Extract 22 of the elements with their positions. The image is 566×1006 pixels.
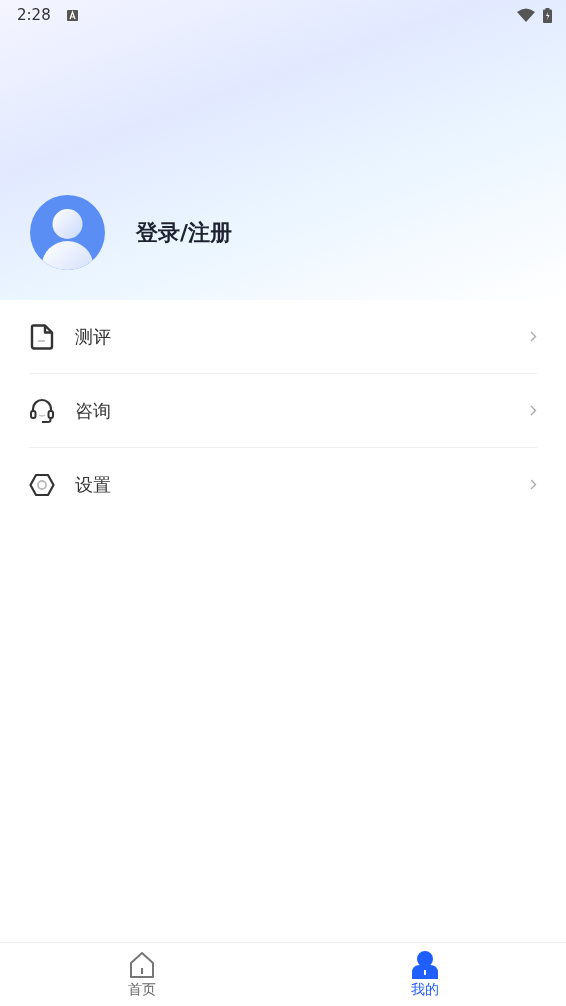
menu-item[interactable]: 设置 [29,448,537,521]
home-icon [128,950,155,979]
login-register-link[interactable]: 登录/注册 [136,217,233,248]
menu-item[interactable]: 测评 [29,300,537,374]
menu-label: 咨询 [75,398,112,423]
nav-tab[interactable]: 我的 [283,943,566,1006]
chevron-icon [530,405,537,416]
person-icon [411,950,438,979]
battery-icon [543,7,552,23]
wifi-icon [517,8,535,22]
chevron-icon [530,331,537,342]
avatar-icon[interactable] [30,195,105,270]
document-icon [29,323,55,350]
headset-icon [29,397,55,424]
menu-label: 测评 [75,324,112,349]
menu-label: 设置 [75,472,112,497]
nav-tab[interactable]: 首页 [0,943,283,1006]
notification-icon [66,9,78,21]
settings-icon [29,472,55,497]
status-time: 2:28 [17,6,51,24]
menu-item[interactable]: 咨询 [29,374,537,448]
chevron-icon [530,479,537,490]
